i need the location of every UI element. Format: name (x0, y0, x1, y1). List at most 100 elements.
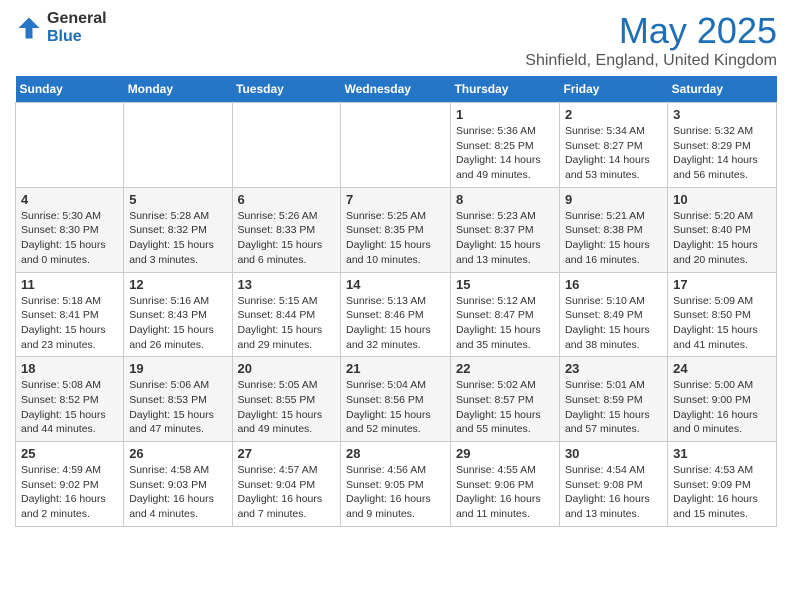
day-info: Sunrise: 5:30 AM Sunset: 8:30 PM Dayligh… (21, 209, 118, 268)
sunrise: Sunrise: 5:01 AM (565, 379, 645, 391)
sunrise: Sunrise: 4:54 AM (565, 464, 645, 476)
daylight: Daylight: 15 hours and 20 minutes. (673, 239, 758, 266)
sunrise: Sunrise: 5:30 AM (21, 210, 101, 222)
day-number: 16 (565, 277, 662, 292)
day-info: Sunrise: 5:18 AM Sunset: 8:41 PM Dayligh… (21, 294, 118, 353)
daylight: Daylight: 15 hours and 23 minutes. (21, 324, 106, 351)
day-info: Sunrise: 5:13 AM Sunset: 8:46 PM Dayligh… (346, 294, 445, 353)
day-number: 9 (565, 192, 662, 207)
daylight: Daylight: 16 hours and 2 minutes. (21, 493, 106, 520)
logo-blue: Blue (47, 28, 82, 45)
sunrise: Sunrise: 5:23 AM (456, 210, 536, 222)
day-cell: 9 Sunrise: 5:21 AM Sunset: 8:38 PM Dayli… (559, 187, 667, 272)
day-number: 11 (21, 277, 118, 292)
day-cell: 26 Sunrise: 4:58 AM Sunset: 9:03 PM Dayl… (124, 442, 232, 527)
day-number: 29 (456, 446, 554, 461)
sunset: Sunset: 8:41 PM (21, 309, 99, 321)
sunrise: Sunrise: 5:25 AM (346, 210, 426, 222)
day-number: 21 (346, 361, 445, 376)
header-day-sunday: Sunday (16, 76, 124, 103)
week-row-3: 18 Sunrise: 5:08 AM Sunset: 8:52 PM Dayl… (16, 357, 777, 442)
sunrise: Sunrise: 5:34 AM (565, 125, 645, 137)
daylight: Daylight: 15 hours and 26 minutes. (129, 324, 214, 351)
day-number: 2 (565, 107, 662, 122)
day-number: 31 (673, 446, 771, 461)
daylight: Daylight: 16 hours and 11 minutes. (456, 493, 541, 520)
day-number: 6 (238, 192, 336, 207)
sunrise: Sunrise: 5:26 AM (238, 210, 318, 222)
day-number: 4 (21, 192, 118, 207)
week-row-1: 4 Sunrise: 5:30 AM Sunset: 8:30 PM Dayli… (16, 187, 777, 272)
day-cell: 22 Sunrise: 5:02 AM Sunset: 8:57 PM Dayl… (450, 357, 559, 442)
daylight: Daylight: 16 hours and 7 minutes. (238, 493, 323, 520)
day-cell: 27 Sunrise: 4:57 AM Sunset: 9:04 PM Dayl… (232, 442, 341, 527)
day-number: 14 (346, 277, 445, 292)
daylight: Daylight: 15 hours and 0 minutes. (21, 239, 106, 266)
daylight: Daylight: 15 hours and 57 minutes. (565, 409, 650, 436)
daylight: Daylight: 15 hours and 44 minutes. (21, 409, 106, 436)
sunrise: Sunrise: 5:15 AM (238, 295, 318, 307)
week-row-2: 11 Sunrise: 5:18 AM Sunset: 8:41 PM Dayl… (16, 272, 777, 357)
sunset: Sunset: 8:53 PM (129, 394, 207, 406)
day-number: 19 (129, 361, 226, 376)
day-cell: 19 Sunrise: 5:06 AM Sunset: 8:53 PM Dayl… (124, 357, 232, 442)
day-info: Sunrise: 5:05 AM Sunset: 8:55 PM Dayligh… (238, 378, 336, 437)
sunset: Sunset: 8:32 PM (129, 224, 207, 236)
day-cell: 12 Sunrise: 5:16 AM Sunset: 8:43 PM Dayl… (124, 272, 232, 357)
day-cell: 14 Sunrise: 5:13 AM Sunset: 8:46 PM Dayl… (341, 272, 451, 357)
day-cell: 1 Sunrise: 5:36 AM Sunset: 8:25 PM Dayli… (450, 103, 559, 188)
day-cell: 21 Sunrise: 5:04 AM Sunset: 8:56 PM Dayl… (341, 357, 451, 442)
day-cell (341, 103, 451, 188)
sunrise: Sunrise: 5:36 AM (456, 125, 536, 137)
day-info: Sunrise: 4:53 AM Sunset: 9:09 PM Dayligh… (673, 463, 771, 522)
day-info: Sunrise: 4:54 AM Sunset: 9:08 PM Dayligh… (565, 463, 662, 522)
week-row-4: 25 Sunrise: 4:59 AM Sunset: 9:02 PM Dayl… (16, 442, 777, 527)
sunrise: Sunrise: 5:00 AM (673, 379, 753, 391)
day-number: 5 (129, 192, 226, 207)
header-day-friday: Friday (559, 76, 667, 103)
day-info: Sunrise: 4:57 AM Sunset: 9:04 PM Dayligh… (238, 463, 336, 522)
sunset: Sunset: 9:05 PM (346, 479, 424, 491)
sunrise: Sunrise: 5:04 AM (346, 379, 426, 391)
daylight: Daylight: 15 hours and 6 minutes. (238, 239, 323, 266)
sunset: Sunset: 9:03 PM (129, 479, 207, 491)
day-number: 20 (238, 361, 336, 376)
day-info: Sunrise: 5:32 AM Sunset: 8:29 PM Dayligh… (673, 124, 771, 183)
daylight: Daylight: 16 hours and 4 minutes. (129, 493, 214, 520)
sunset: Sunset: 9:00 PM (673, 394, 751, 406)
sunrise: Sunrise: 5:16 AM (129, 295, 209, 307)
week-row-0: 1 Sunrise: 5:36 AM Sunset: 8:25 PM Dayli… (16, 103, 777, 188)
day-info: Sunrise: 5:16 AM Sunset: 8:43 PM Dayligh… (129, 294, 226, 353)
calendar-table: SundayMondayTuesdayWednesdayThursdayFrid… (15, 76, 777, 527)
day-cell: 25 Sunrise: 4:59 AM Sunset: 9:02 PM Dayl… (16, 442, 124, 527)
sunrise: Sunrise: 5:12 AM (456, 295, 536, 307)
day-cell: 3 Sunrise: 5:32 AM Sunset: 8:29 PM Dayli… (668, 103, 777, 188)
day-number: 27 (238, 446, 336, 461)
header-day-tuesday: Tuesday (232, 76, 341, 103)
day-info: Sunrise: 5:26 AM Sunset: 8:33 PM Dayligh… (238, 209, 336, 268)
sunset: Sunset: 8:30 PM (21, 224, 99, 236)
sunset: Sunset: 8:43 PM (129, 309, 207, 321)
header-day-monday: Monday (124, 76, 232, 103)
title-block: May 2025 Shinfield, England, United King… (525, 10, 777, 70)
sunrise: Sunrise: 5:20 AM (673, 210, 753, 222)
sunset: Sunset: 8:52 PM (21, 394, 99, 406)
sunset: Sunset: 8:40 PM (673, 224, 751, 236)
day-number: 1 (456, 107, 554, 122)
day-number: 7 (346, 192, 445, 207)
daylight: Daylight: 15 hours and 47 minutes. (129, 409, 214, 436)
header-day-wednesday: Wednesday (341, 76, 451, 103)
sunrise: Sunrise: 5:13 AM (346, 295, 426, 307)
sunset: Sunset: 8:25 PM (456, 140, 534, 152)
sunset: Sunset: 9:09 PM (673, 479, 751, 491)
logo-text: General Blue (47, 10, 107, 46)
sunrise: Sunrise: 5:21 AM (565, 210, 645, 222)
day-number: 3 (673, 107, 771, 122)
sunset: Sunset: 8:50 PM (673, 309, 751, 321)
day-cell: 11 Sunrise: 5:18 AM Sunset: 8:41 PM Dayl… (16, 272, 124, 357)
day-number: 23 (565, 361, 662, 376)
sunrise: Sunrise: 5:10 AM (565, 295, 645, 307)
day-cell: 24 Sunrise: 5:00 AM Sunset: 9:00 PM Dayl… (668, 357, 777, 442)
logo-general: General (47, 10, 107, 27)
sunset: Sunset: 9:06 PM (456, 479, 534, 491)
